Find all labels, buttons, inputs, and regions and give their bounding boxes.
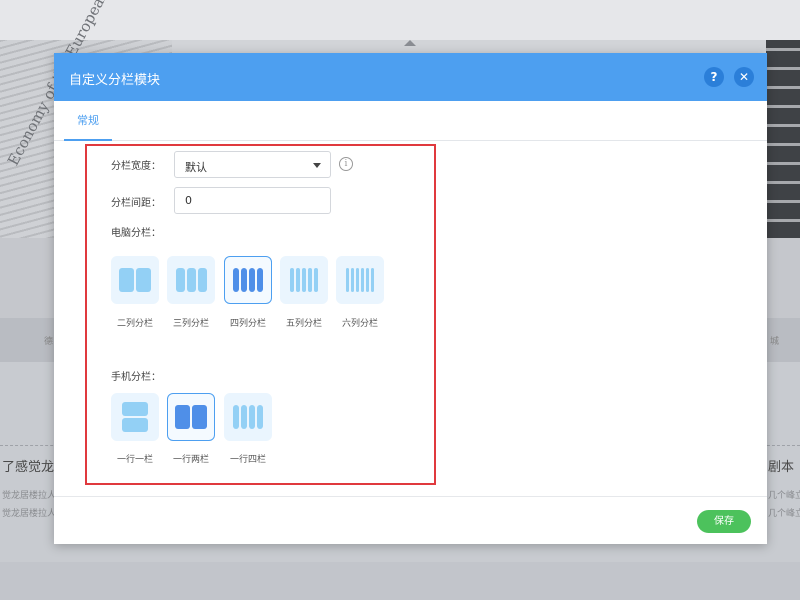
background-card-title-left: 了感觉龙 bbox=[2, 460, 55, 475]
save-button[interactable]: 保存 bbox=[697, 510, 751, 533]
pc-option-label: 二列分栏 bbox=[116, 319, 153, 329]
background-nav-text-left: 德 bbox=[44, 337, 54, 347]
four-columns-per-row-icon bbox=[225, 394, 271, 440]
background-card-sub: 觉龙居楼拉人 bbox=[2, 509, 57, 519]
chevron-down-icon bbox=[313, 163, 321, 168]
mobile-option-label: 一行两栏 bbox=[172, 455, 209, 465]
custom-column-module-dialog: 自定义分栏模块 ? ✕ 常规 分栏宽度： 默认 i 分栏间距： 电脑分栏： 二列… bbox=[54, 53, 767, 544]
two-columns-icon bbox=[112, 257, 158, 303]
column-width-value: 默认 bbox=[185, 161, 207, 174]
close-icon[interactable]: ✕ bbox=[734, 67, 754, 87]
two-columns-per-row-icon bbox=[168, 394, 214, 440]
pc-two-columns-option[interactable] bbox=[111, 256, 159, 304]
pc-four-columns-option[interactable] bbox=[224, 256, 272, 304]
three-columns-icon bbox=[168, 257, 214, 303]
mobile-four-columns-option[interactable] bbox=[224, 393, 272, 441]
background-card-sub: 几个峰立 bbox=[768, 509, 800, 519]
background-card-sub: 几个峰立 bbox=[768, 491, 800, 501]
dialog-header: 自定义分栏模块 ? ✕ bbox=[54, 53, 767, 101]
mobile-option-label: 一行一栏 bbox=[116, 455, 153, 465]
pc-option-label: 五列分栏 bbox=[285, 319, 322, 329]
info-icon[interactable]: i bbox=[339, 157, 353, 171]
dialog-footer bbox=[54, 496, 767, 497]
pc-six-columns-option[interactable] bbox=[336, 256, 384, 304]
pc-five-columns-option[interactable] bbox=[280, 256, 328, 304]
column-gap-label: 分栏间距： bbox=[111, 198, 161, 209]
pc-columns-label: 电脑分栏： bbox=[111, 228, 161, 239]
background-bottom-bar bbox=[0, 562, 800, 600]
one-column-per-row-icon bbox=[112, 394, 158, 440]
column-width-label: 分栏宽度： bbox=[111, 161, 161, 172]
mobile-columns-label: 手机分栏： bbox=[111, 372, 161, 383]
mobile-one-column-option[interactable] bbox=[111, 393, 159, 441]
five-columns-icon bbox=[281, 257, 327, 303]
four-columns-icon bbox=[225, 257, 271, 303]
dialog-tabs: 常规 bbox=[54, 101, 767, 141]
background-notch bbox=[404, 40, 416, 46]
background-keyboard-image bbox=[766, 40, 800, 238]
pc-option-label: 三列分栏 bbox=[172, 319, 209, 329]
pc-option-label: 四列分栏 bbox=[229, 319, 266, 329]
tab-general[interactable]: 常规 bbox=[64, 101, 112, 141]
background-card-sub: 觉龙居楼拉人 bbox=[2, 491, 57, 501]
pc-option-label: 六列分栏 bbox=[341, 319, 378, 329]
column-gap-input[interactable] bbox=[174, 187, 331, 214]
six-columns-icon bbox=[337, 257, 383, 303]
column-width-select[interactable]: 默认 bbox=[174, 151, 331, 178]
background-top-bar bbox=[0, 0, 800, 40]
mobile-option-label: 一行四栏 bbox=[229, 455, 266, 465]
dialog-title: 自定义分栏模块 bbox=[69, 73, 161, 88]
pc-three-columns-option[interactable] bbox=[167, 256, 215, 304]
background-card-title-right: 剧本 bbox=[768, 460, 795, 475]
help-icon[interactable]: ? bbox=[704, 67, 724, 87]
mobile-two-columns-option[interactable] bbox=[167, 393, 215, 441]
background-nav-text-right: 城 bbox=[770, 337, 780, 347]
